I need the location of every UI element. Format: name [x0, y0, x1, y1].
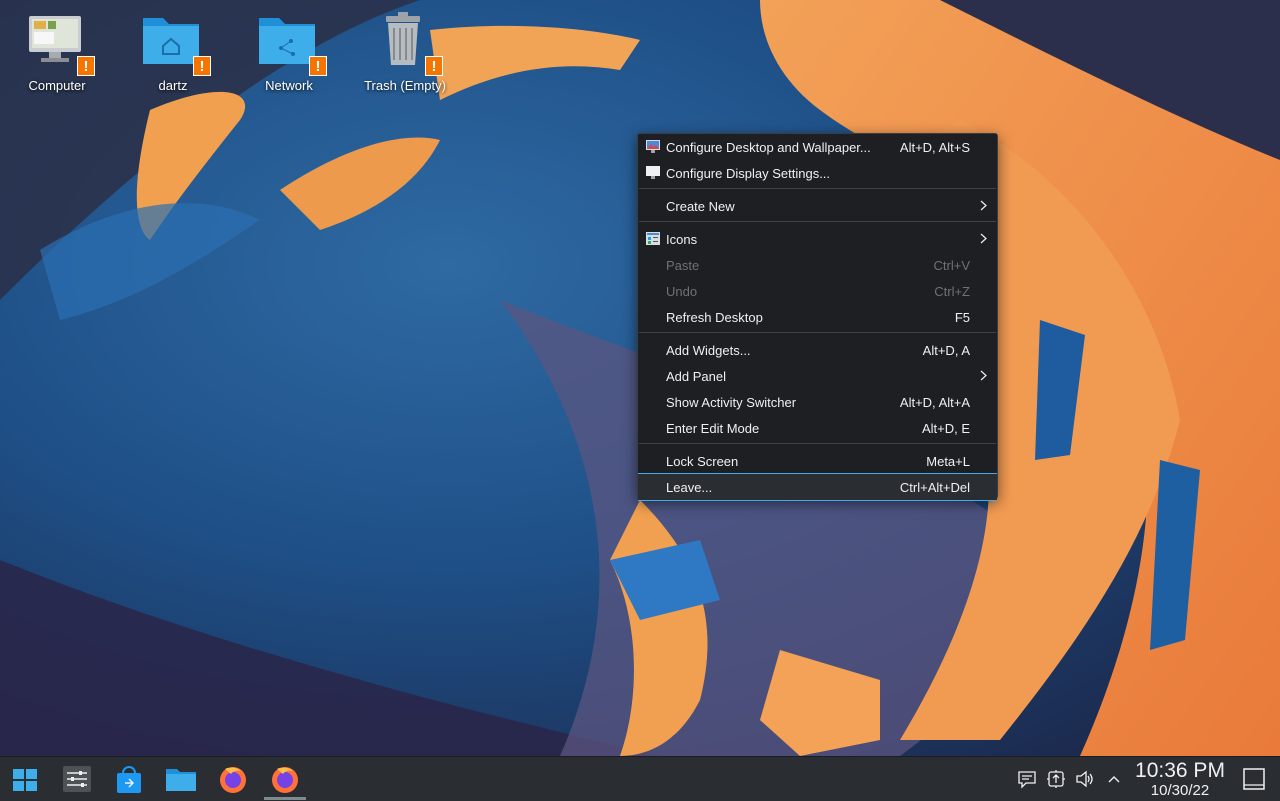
wallpaper-settings-icon — [646, 140, 660, 153]
menu-item-label: Paste — [666, 257, 700, 273]
icons-view-icon — [646, 232, 660, 245]
display-icon — [646, 166, 660, 179]
show-desktop-icon — [1243, 768, 1265, 790]
menu-item-label: Configure Desktop and Wallpaper... — [666, 139, 871, 155]
desktop-icon-network[interactable]: ! Network — [237, 10, 341, 93]
menu-item-refresh-desktop[interactable]: Refresh Desktop F5 — [638, 304, 997, 330]
menu-separator — [639, 332, 996, 333]
file-manager-icon — [166, 769, 196, 791]
desktop-icon-label: dartz — [158, 78, 188, 93]
warning-badge-icon: ! — [309, 56, 327, 76]
menu-separator — [639, 443, 996, 444]
desktop-icon-label: Computer — [28, 78, 86, 93]
menu-item-lock-screen[interactable]: Lock Screen Meta+L — [638, 448, 997, 474]
menu-item-shortcut: Ctrl+Z — [934, 283, 970, 299]
menu-item-label: Lock Screen — [666, 453, 739, 469]
updates-icon — [1047, 770, 1065, 788]
updates-button[interactable] — [1046, 769, 1066, 789]
menu-item-configure-display[interactable]: Configure Display Settings... — [638, 160, 997, 186]
menu-item-add-widgets[interactable]: Add Widgets... Alt+D, A — [638, 337, 997, 363]
menu-item-shortcut: Ctrl+Alt+Del — [899, 479, 970, 495]
network-folder-icon — [259, 18, 315, 64]
notifications-icon — [1018, 771, 1036, 789]
clock-time[interactable]: 10:36 PM — [1132, 759, 1228, 783]
menu-item-label: Configure Display Settings... — [666, 165, 831, 181]
notifications-button[interactable] — [1017, 769, 1037, 789]
chevron-right-icon — [980, 233, 987, 244]
menu-item-label: Leave... — [666, 479, 713, 495]
system-settings-icon — [63, 766, 91, 792]
start-menu-button[interactable] — [9, 763, 41, 795]
menu-item-shortcut: Alt+D, E — [921, 420, 970, 436]
desktop-icon-computer[interactable]: ! Computer — [5, 10, 109, 93]
start-menu-icon — [13, 769, 37, 791]
menu-item-leave[interactable]: Leave... Ctrl+Alt+Del — [638, 473, 997, 501]
menu-item-label: Refresh Desktop — [666, 309, 763, 325]
desktop-icon-label: Trash (Empty) — [364, 78, 446, 93]
menu-item-shortcut: F5 — [954, 309, 970, 325]
menu-item-shortcut: Alt+D, Alt+S — [899, 139, 970, 155]
menu-item-label: Add Widgets... — [666, 342, 751, 358]
computer-icon — [29, 16, 81, 62]
menu-item-label: Icons — [666, 231, 698, 247]
desktop-icon-home[interactable]: ! dartz — [121, 10, 225, 93]
menu-item-create-new[interactable]: Create New — [638, 193, 997, 219]
discover-store-icon — [117, 766, 141, 793]
warning-badge-icon: ! — [425, 56, 443, 76]
show-desktop-button[interactable] — [1242, 767, 1266, 791]
chevron-right-icon — [980, 370, 987, 381]
warning-badge-icon: ! — [77, 56, 95, 76]
menu-item-configure-desktop[interactable]: Configure Desktop and Wallpaper... Alt+D… — [638, 134, 997, 160]
menu-item-undo: Undo Ctrl+Z — [638, 278, 997, 304]
menu-item-shortcut: Alt+D, Alt+A — [899, 394, 970, 410]
volume-button[interactable] — [1075, 769, 1095, 789]
menu-item-label: Undo — [666, 283, 698, 299]
menu-item-shortcut: Meta+L — [926, 453, 970, 469]
desktop-icon-label: Network — [265, 78, 313, 93]
desktop-context-menu: Configure Desktop and Wallpaper... Alt+D… — [637, 133, 998, 501]
firefox-running-icon — [272, 767, 298, 793]
menu-item-paste: Paste Ctrl+V — [638, 252, 997, 278]
taskbar-panel: 10:36 PM 10/30/22 — [0, 756, 1280, 801]
menu-item-label: Show Activity Switcher — [666, 394, 797, 410]
chevron-right-icon — [980, 200, 987, 211]
system-settings-launcher[interactable] — [61, 763, 93, 795]
menu-item-show-activity-switcher[interactable]: Show Activity Switcher Alt+D, Alt+A — [638, 389, 997, 415]
menu-item-enter-edit-mode[interactable]: Enter Edit Mode Alt+D, E — [638, 415, 997, 441]
warning-badge-icon: ! — [193, 56, 211, 76]
menu-item-shortcut: Alt+D, A — [922, 342, 970, 358]
volume-icon — [1076, 770, 1093, 788]
menu-item-label: Create New — [666, 198, 735, 214]
menu-item-add-panel[interactable]: Add Panel — [638, 363, 997, 389]
clock-date[interactable]: 10/30/22 — [1132, 782, 1228, 799]
expand-tray-button[interactable] — [1104, 769, 1124, 789]
menu-separator — [639, 221, 996, 222]
firefox-task-button[interactable] — [269, 763, 301, 795]
firefox-launcher[interactable] — [217, 763, 249, 795]
menu-item-label: Enter Edit Mode — [666, 420, 760, 436]
menu-item-label: Add Panel — [666, 368, 726, 384]
menu-separator — [639, 188, 996, 189]
home-folder-icon — [143, 18, 199, 64]
firefox-icon — [220, 767, 246, 793]
expand-tray-icon — [1108, 776, 1120, 783]
desktop-icon-trash[interactable]: ! Trash (Empty) — [353, 10, 457, 93]
trash-icon — [386, 12, 420, 65]
discover-store-launcher[interactable] — [113, 763, 145, 795]
menu-item-shortcut: Ctrl+V — [933, 257, 970, 273]
menu-item-icons[interactable]: Icons — [638, 226, 997, 252]
file-manager-launcher[interactable] — [165, 763, 197, 795]
